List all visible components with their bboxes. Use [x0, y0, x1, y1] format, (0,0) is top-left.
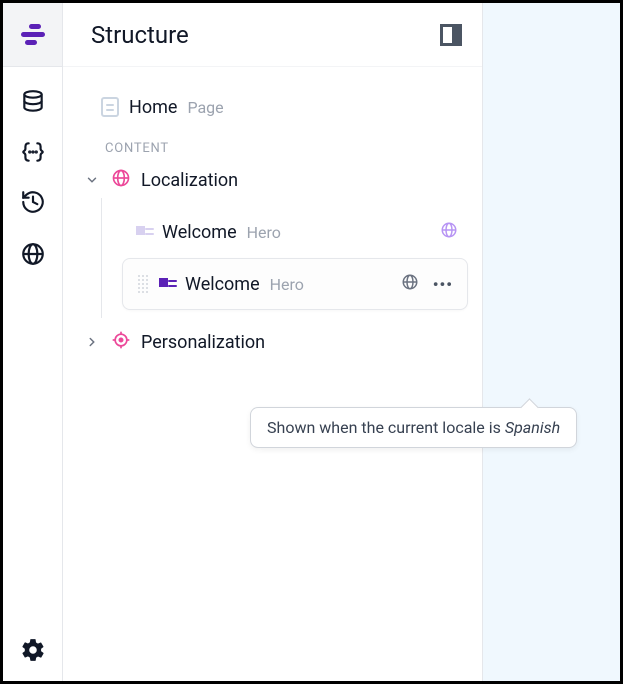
nav-rail-logo[interactable] — [3, 3, 62, 67]
preview-pane — [483, 3, 620, 681]
tree-item-name: Home — [129, 97, 177, 118]
collapse-panel-button[interactable] — [440, 24, 462, 46]
tree-group-localization[interactable]: Localization — [77, 162, 468, 198]
globe-icon — [111, 168, 131, 192]
target-icon — [111, 330, 131, 354]
structure-panel: Structure Home Page CONTENT — [63, 3, 483, 681]
tree-block-welcome-variant-a[interactable]: Welcome Hero — [122, 206, 468, 258]
tree-group-personalization[interactable]: Personalization — [77, 324, 468, 360]
tree-block-welcome-variant-b[interactable]: Welcome Hero ••• — [122, 258, 468, 310]
chevron-down-icon — [83, 173, 101, 187]
braces-icon[interactable] — [20, 141, 46, 163]
tree-item-name: Welcome — [185, 274, 260, 295]
page-icon — [101, 97, 119, 117]
nav-rail-items — [20, 67, 46, 637]
panel-title: Structure — [91, 21, 440, 49]
panel-body: Home Page CONTENT Localization — [63, 67, 482, 360]
nav-rail — [3, 3, 63, 681]
history-icon[interactable] — [20, 189, 46, 215]
tree-item-type: Page — [187, 98, 223, 117]
tree-item-name: Localization — [141, 170, 238, 191]
tooltip-locale-value: Spanish — [505, 418, 560, 437]
section-label: CONTENT — [77, 125, 468, 162]
tree-item-type: Hero — [247, 223, 281, 242]
globe-icon[interactable] — [20, 241, 46, 267]
chevron-right-icon — [83, 335, 101, 349]
block-icon — [136, 224, 152, 240]
settings-icon[interactable] — [20, 637, 46, 663]
tree-children: Welcome Hero Welcome H — [101, 198, 468, 318]
more-actions-button[interactable]: ••• — [429, 275, 457, 294]
tree-item-type: Hero — [270, 275, 304, 294]
app-frame: Structure Home Page CONTENT — [0, 0, 623, 684]
logo-icon — [19, 23, 47, 47]
block-icon — [159, 276, 175, 292]
database-icon[interactable] — [20, 89, 46, 115]
panel-header: Structure — [63, 3, 482, 67]
tooltip-text-prefix: Shown when the current locale is — [267, 418, 505, 437]
locale-tooltip: Shown when the current locale is Spanish — [250, 407, 577, 448]
tree-root-row[interactable]: Home Page — [77, 89, 468, 125]
locale-indicator-icon[interactable] — [401, 273, 419, 295]
drag-handle-icon[interactable] — [137, 274, 149, 294]
tree-item-name: Personalization — [141, 332, 265, 353]
tree-item-name: Welcome — [162, 222, 237, 243]
locale-indicator-icon[interactable] — [440, 221, 458, 243]
